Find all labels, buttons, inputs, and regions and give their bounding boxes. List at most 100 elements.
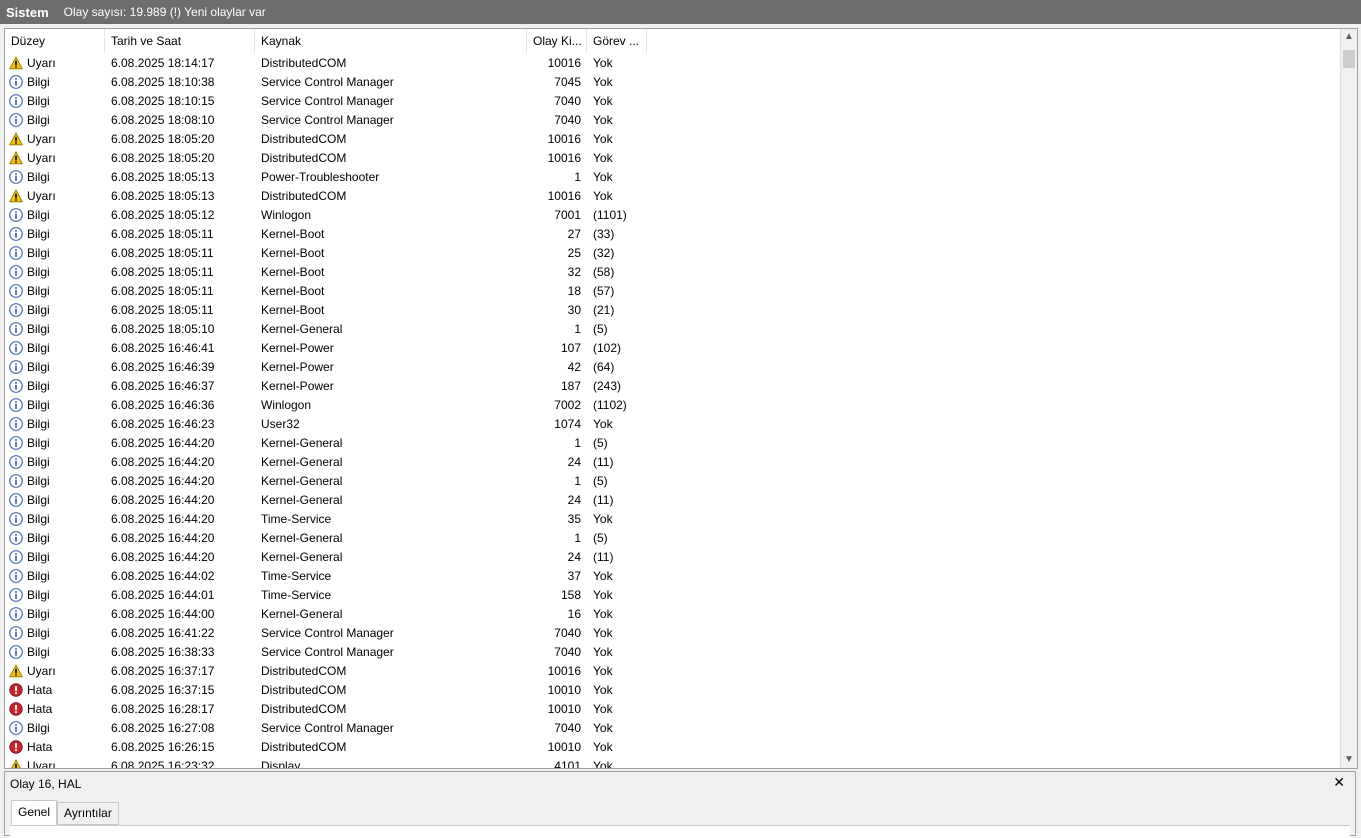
table-row[interactable]: Hata6.08.2025 16:28:17DistributedCOM1001… — [5, 699, 647, 718]
table-row[interactable]: Bilgi6.08.2025 18:05:11Kernel-Boot32(58) — [5, 262, 647, 281]
level-text: Bilgi — [27, 360, 50, 374]
cell-source: Winlogon — [255, 398, 527, 412]
cell-task: Yok — [587, 75, 647, 89]
table-row[interactable]: Uyarı6.08.2025 18:05:13DistributedCOM100… — [5, 186, 647, 205]
table-row[interactable]: Bilgi6.08.2025 18:10:15Service Control M… — [5, 91, 647, 110]
close-icon[interactable]: ✕ — [1333, 774, 1345, 791]
table-row[interactable]: Bilgi6.08.2025 16:44:02Time-Service37Yok — [5, 566, 647, 585]
cell-source: Kernel-Power — [255, 379, 527, 393]
table-row[interactable]: Bilgi6.08.2025 16:41:22Service Control M… — [5, 623, 647, 642]
tab-details[interactable]: Ayrıntılar — [57, 802, 119, 825]
cell-event-id: 4101 — [527, 759, 587, 770]
vertical-scrollbar[interactable]: ▲ ▼ — [1340, 29, 1357, 768]
event-detail-panel: Olay 16, HAL ✕ Genel Ayrıntılar — [4, 771, 1356, 836]
scroll-up-icon[interactable]: ▲ — [1341, 29, 1357, 45]
info-icon — [9, 474, 23, 488]
cell-task: (32) — [587, 246, 647, 260]
table-row[interactable]: Uyarı6.08.2025 18:05:20DistributedCOM100… — [5, 129, 647, 148]
table-row[interactable]: Bilgi6.08.2025 16:44:20Kernel-General24(… — [5, 547, 647, 566]
column-header-date[interactable]: Tarih ve Saat — [105, 29, 255, 53]
level-text: Bilgi — [27, 512, 50, 526]
table-row[interactable]: Bilgi6.08.2025 18:05:13Power-Troubleshoo… — [5, 167, 647, 186]
table-row[interactable]: Bilgi6.08.2025 16:44:20Kernel-General1(5… — [5, 433, 647, 452]
cell-level: Bilgi — [5, 227, 105, 241]
column-header-source[interactable]: Kaynak — [255, 29, 527, 53]
cell-source: DistributedCOM — [255, 683, 527, 697]
table-row[interactable]: Bilgi6.08.2025 18:10:38Service Control M… — [5, 72, 647, 91]
column-header-level[interactable]: Düzey — [5, 29, 105, 53]
info-icon — [9, 227, 23, 241]
detail-content — [10, 825, 1350, 838]
table-row[interactable]: Bilgi6.08.2025 16:27:08Service Control M… — [5, 718, 647, 737]
table-row[interactable]: Hata6.08.2025 16:26:15DistributedCOM1001… — [5, 737, 647, 756]
scroll-thumb[interactable] — [1343, 50, 1355, 68]
cell-level: Bilgi — [5, 94, 105, 108]
cell-level: Bilgi — [5, 284, 105, 298]
table-row[interactable]: Bilgi6.08.2025 18:05:11Kernel-Boot18(57) — [5, 281, 647, 300]
table-row[interactable]: Bilgi6.08.2025 16:46:23User321074Yok — [5, 414, 647, 433]
table-row[interactable]: Bilgi6.08.2025 16:44:20Kernel-General1(5… — [5, 471, 647, 490]
cell-task: Yok — [587, 702, 647, 716]
table-row[interactable]: Bilgi6.08.2025 16:38:33Service Control M… — [5, 642, 647, 661]
warning-icon — [9, 759, 23, 770]
table-row[interactable]: Bilgi6.08.2025 16:44:20Kernel-General1(5… — [5, 528, 647, 547]
table-row[interactable]: Uyarı6.08.2025 18:14:17DistributedCOM100… — [5, 53, 647, 72]
cell-date: 6.08.2025 18:05:13 — [105, 189, 255, 203]
table-row[interactable]: Bilgi6.08.2025 16:46:41Kernel-Power107(1… — [5, 338, 647, 357]
table-row[interactable]: Uyarı6.08.2025 16:37:17DistributedCOM100… — [5, 661, 647, 680]
scroll-down-icon[interactable]: ▼ — [1341, 752, 1357, 768]
level-text: Uyarı — [27, 759, 56, 770]
error-icon — [9, 702, 23, 716]
table-row[interactable]: Bilgi6.08.2025 18:05:11Kernel-Boot25(32) — [5, 243, 647, 262]
cell-source: DistributedCOM — [255, 740, 527, 754]
table-row[interactable]: Bilgi6.08.2025 18:05:11Kernel-Boot27(33) — [5, 224, 647, 243]
cell-date: 6.08.2025 16:27:08 — [105, 721, 255, 735]
level-text: Bilgi — [27, 322, 50, 336]
info-icon — [9, 588, 23, 602]
cell-level: Bilgi — [5, 645, 105, 659]
cell-level: Uyarı — [5, 56, 105, 70]
table-row[interactable]: Bilgi6.08.2025 18:05:10Kernel-General1(5… — [5, 319, 647, 338]
table-row[interactable]: Hata6.08.2025 16:37:15DistributedCOM1001… — [5, 680, 647, 699]
cell-source: DistributedCOM — [255, 132, 527, 146]
table-row[interactable]: Bilgi6.08.2025 16:44:01Time-Service158Yo… — [5, 585, 647, 604]
table-row[interactable]: Bilgi6.08.2025 16:44:20Kernel-General24(… — [5, 452, 647, 471]
table-row[interactable]: Uyarı6.08.2025 18:05:20DistributedCOM100… — [5, 148, 647, 167]
cell-task: (1101) — [587, 208, 647, 222]
cell-source: Kernel-Boot — [255, 284, 527, 298]
cell-task: Yok — [587, 588, 647, 602]
detail-tabs: Genel Ayrıntılar — [11, 802, 119, 825]
level-text: Bilgi — [27, 265, 50, 279]
cell-source: Kernel-Boot — [255, 265, 527, 279]
table-row[interactable]: Bilgi6.08.2025 18:05:12Winlogon7001(1101… — [5, 205, 647, 224]
info-icon — [9, 569, 23, 583]
cell-date: 6.08.2025 16:26:15 — [105, 740, 255, 754]
level-text: Bilgi — [27, 588, 50, 602]
table-row[interactable]: Uyarı6.08.2025 16:23:32Display4101Yok — [5, 756, 647, 769]
cell-event-id: 107 — [527, 341, 587, 355]
cell-task: Yok — [587, 759, 647, 770]
column-header-event-id[interactable]: Olay Ki... — [527, 29, 587, 53]
table-row[interactable]: Bilgi6.08.2025 16:44:20Time-Service35Yok — [5, 509, 647, 528]
cell-event-id: 10016 — [527, 664, 587, 678]
level-text: Bilgi — [27, 398, 50, 412]
cell-event-id: 10010 — [527, 702, 587, 716]
table-row[interactable]: Bilgi6.08.2025 18:08:10Service Control M… — [5, 110, 647, 129]
cell-event-id: 1 — [527, 474, 587, 488]
cell-source: User32 — [255, 417, 527, 431]
cell-event-id: 187 — [527, 379, 587, 393]
table-row[interactable]: Bilgi6.08.2025 16:46:39Kernel-Power42(64… — [5, 357, 647, 376]
info-icon — [9, 113, 23, 127]
cell-event-id: 7002 — [527, 398, 587, 412]
table-row[interactable]: Bilgi6.08.2025 16:46:37Kernel-Power187(2… — [5, 376, 647, 395]
cell-event-id: 1 — [527, 170, 587, 184]
cell-level: Bilgi — [5, 379, 105, 393]
event-list[interactable]: Düzey Tarih ve Saat Kaynak Olay Ki... Gö… — [4, 28, 1358, 769]
table-row[interactable]: Bilgi6.08.2025 18:05:11Kernel-Boot30(21) — [5, 300, 647, 319]
cell-level: Hata — [5, 740, 105, 754]
tab-general[interactable]: Genel — [11, 800, 57, 825]
column-header-task[interactable]: Görev ... — [587, 29, 647, 53]
table-row[interactable]: Bilgi6.08.2025 16:44:20Kernel-General24(… — [5, 490, 647, 509]
table-row[interactable]: Bilgi6.08.2025 16:44:00Kernel-General16Y… — [5, 604, 647, 623]
table-row[interactable]: Bilgi6.08.2025 16:46:36Winlogon7002(1102… — [5, 395, 647, 414]
